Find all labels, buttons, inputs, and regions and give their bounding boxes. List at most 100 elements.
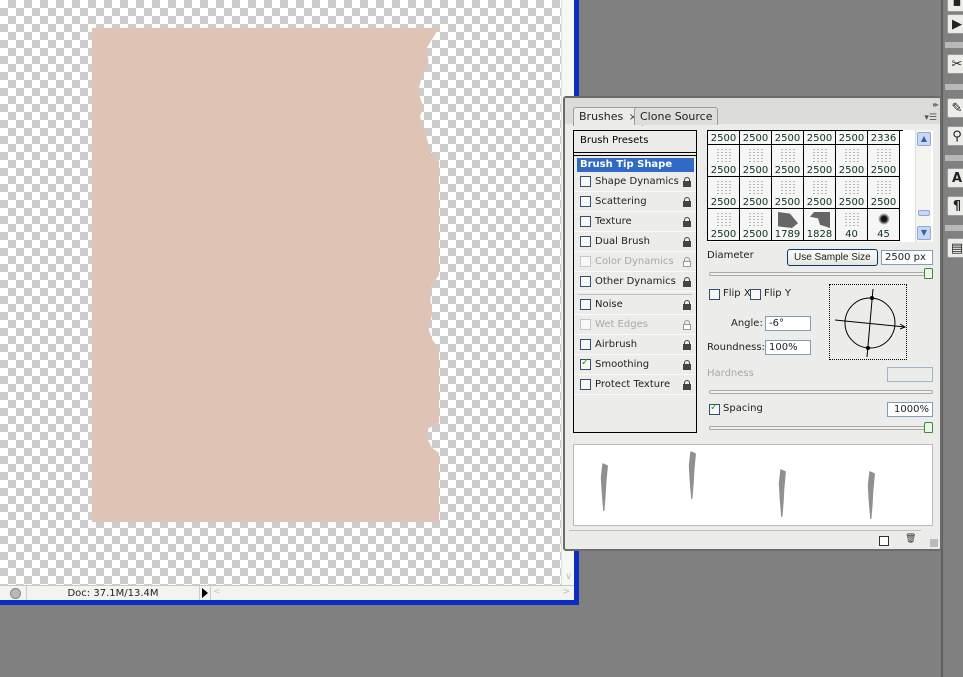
- lock-icon[interactable]: [683, 277, 692, 287]
- lock-icon[interactable]: [683, 197, 692, 207]
- brush-tip-cell[interactable]: 2500: [868, 145, 900, 177]
- brush-tip-cell[interactable]: 40: [836, 209, 868, 241]
- dock-top-icon[interactable]: ▪: [947, 0, 963, 12]
- options-group-other: Noise Wet Edges Airbrush Smoothing Protect T…: [574, 295, 696, 395]
- tip-grid-scrollbar[interactable]: ▲ ▼: [915, 130, 931, 242]
- scroll-thumb[interactable]: [918, 210, 930, 216]
- brush-tip-cell[interactable]: 2500: [772, 177, 804, 209]
- torn-paper-artwork[interactable]: [92, 28, 439, 522]
- brush-tip-cell[interactable]: 2336: [868, 131, 900, 145]
- scroll-down-arrow[interactable]: ∨: [563, 571, 574, 583]
- option-checkbox[interactable]: [580, 216, 591, 227]
- scroll-up-icon[interactable]: ▲: [917, 132, 931, 146]
- lock-icon[interactable]: [683, 300, 692, 310]
- clone-stamp-icon[interactable]: ⚲: [947, 126, 963, 146]
- brush-tip-size: 40: [845, 229, 858, 240]
- option-checkbox[interactable]: [580, 299, 591, 310]
- use-sample-size-button[interactable]: Use Sample Size: [787, 249, 878, 266]
- brush-tip-cell[interactable]: 2500: [868, 177, 900, 209]
- status-menu-arrow-icon[interactable]: [199, 585, 211, 601]
- resize-grip-icon[interactable]: [930, 539, 938, 547]
- brush-option-dual-brush[interactable]: Dual Brush: [574, 232, 696, 252]
- brush-option-texture[interactable]: Texture: [574, 212, 696, 232]
- tools-icon[interactable]: ✂: [947, 54, 963, 74]
- brush-tip-cell[interactable]: 2500: [772, 131, 804, 145]
- brush-tip-cell[interactable]: 1789: [772, 209, 804, 241]
- option-checkbox[interactable]: [580, 176, 591, 187]
- brush-tip-cell[interactable]: 2500: [836, 131, 868, 145]
- brushes-panel: ▸▸ ▾☰ Brushes × Clone Source Brush Prese…: [563, 96, 942, 551]
- brush-tip-cell[interactable]: 2500: [708, 145, 740, 177]
- spacing-checkbox[interactable]: [709, 402, 720, 415]
- brush-tip-grid-container: 2500 2500 2500 2500 2500 2336 2500 2500 2500 2500…: [707, 130, 933, 242]
- collapse-panel-icon[interactable]: ▸▸: [933, 100, 939, 109]
- horizontal-scrollbar[interactable]: < >: [211, 586, 574, 601]
- scroll-left-arrow[interactable]: <: [213, 587, 221, 597]
- brush-icon[interactable]: ✎: [947, 98, 963, 118]
- brush-tip-cell[interactable]: 2500: [708, 177, 740, 209]
- brush-tip-size: 2500: [838, 197, 865, 208]
- layer-comps-icon[interactable]: ▤: [947, 238, 963, 258]
- lock-icon[interactable]: [683, 217, 692, 227]
- option-checkbox[interactable]: [580, 379, 591, 390]
- lock-icon[interactable]: [683, 237, 692, 247]
- angle-roundness-preview[interactable]: [829, 284, 907, 360]
- brush-tip-cell[interactable]: 2500: [740, 145, 772, 177]
- brush-tip-cell[interactable]: 2500: [772, 145, 804, 177]
- flip-x-checkbox[interactable]: [709, 289, 720, 300]
- brush-tip-cell[interactable]: 2500: [708, 209, 740, 241]
- brush-tip-cell[interactable]: 45: [868, 209, 900, 241]
- brush-tip-cell[interactable]: 2500: [804, 145, 836, 177]
- brush-tip-cell[interactable]: 1828: [804, 209, 836, 241]
- brush-tip-cell[interactable]: 2500: [740, 209, 772, 241]
- brush-option-scattering[interactable]: Scattering: [574, 192, 696, 212]
- brush-option-airbrush[interactable]: Airbrush: [574, 335, 696, 355]
- navigator-icon[interactable]: [5, 585, 27, 601]
- brush-tip-cell[interactable]: 2500: [740, 131, 772, 145]
- canvas[interactable]: [0, 0, 561, 585]
- new-brush-icon[interactable]: [879, 536, 889, 546]
- lock-icon[interactable]: [683, 177, 692, 187]
- play-icon[interactable]: ▶: [947, 14, 963, 34]
- brush-tip-cell[interactable]: 2500: [740, 177, 772, 209]
- brush-tip-cell[interactable]: 2500: [804, 177, 836, 209]
- brush-tip-cell[interactable]: 2500: [804, 131, 836, 145]
- brush-option-noise[interactable]: Noise: [574, 295, 696, 315]
- lock-icon[interactable]: [683, 360, 692, 370]
- spacing-slider[interactable]: [709, 422, 933, 433]
- brush-tip-shape-item[interactable]: Brush Tip Shape: [577, 158, 694, 172]
- brush-presets-item[interactable]: Brush Presets: [574, 131, 696, 153]
- brush-tip-cell[interactable]: 2500: [836, 145, 868, 177]
- spacing-slider-knob[interactable]: [924, 422, 933, 433]
- spacing-field[interactable]: 1000%: [887, 402, 933, 417]
- option-checkbox[interactable]: [580, 196, 591, 207]
- brush-option-protect-texture[interactable]: Protect Texture: [574, 375, 696, 395]
- trash-icon[interactable]: 🗑: [905, 534, 916, 544]
- option-checkbox[interactable]: [580, 357, 591, 370]
- scroll-down-icon[interactable]: ▼: [917, 226, 931, 240]
- diameter-field[interactable]: 2500 px: [881, 250, 933, 265]
- brush-tip-cell[interactable]: 2500: [708, 131, 740, 145]
- brush-option-shape-dynamics[interactable]: Shape Dynamics: [574, 172, 696, 192]
- tab-clone-source[interactable]: Clone Source: [634, 107, 719, 125]
- option-checkbox[interactable]: [580, 236, 591, 247]
- scroll-right-arrow[interactable]: >: [562, 587, 570, 597]
- flip-y-checkbox[interactable]: [750, 289, 761, 300]
- lock-icon[interactable]: [683, 380, 692, 390]
- brush-tip-cell[interactable]: 2500: [836, 177, 868, 209]
- paragraph-icon[interactable]: ¶: [947, 196, 963, 216]
- option-checkbox[interactable]: [580, 339, 591, 350]
- lock-icon[interactable]: [683, 340, 692, 350]
- angle-field[interactable]: -6°: [765, 316, 811, 331]
- text-icon[interactable]: A: [947, 168, 963, 188]
- brush-option-smoothing[interactable]: Smoothing: [574, 355, 696, 375]
- option-checkbox[interactable]: [580, 276, 591, 287]
- brush-option-other-dynamics[interactable]: Other Dynamics: [574, 272, 696, 292]
- diameter-slider-knob[interactable]: [924, 268, 933, 279]
- roundness-field[interactable]: 100%: [765, 340, 811, 355]
- option-label: Smoothing: [595, 359, 650, 370]
- tab-brushes[interactable]: Brushes ×: [573, 107, 644, 126]
- flip-x-label: Flip X: [723, 288, 751, 299]
- panel-menu-icon[interactable]: ▾☰: [924, 113, 937, 123]
- diameter-slider[interactable]: [709, 268, 933, 279]
